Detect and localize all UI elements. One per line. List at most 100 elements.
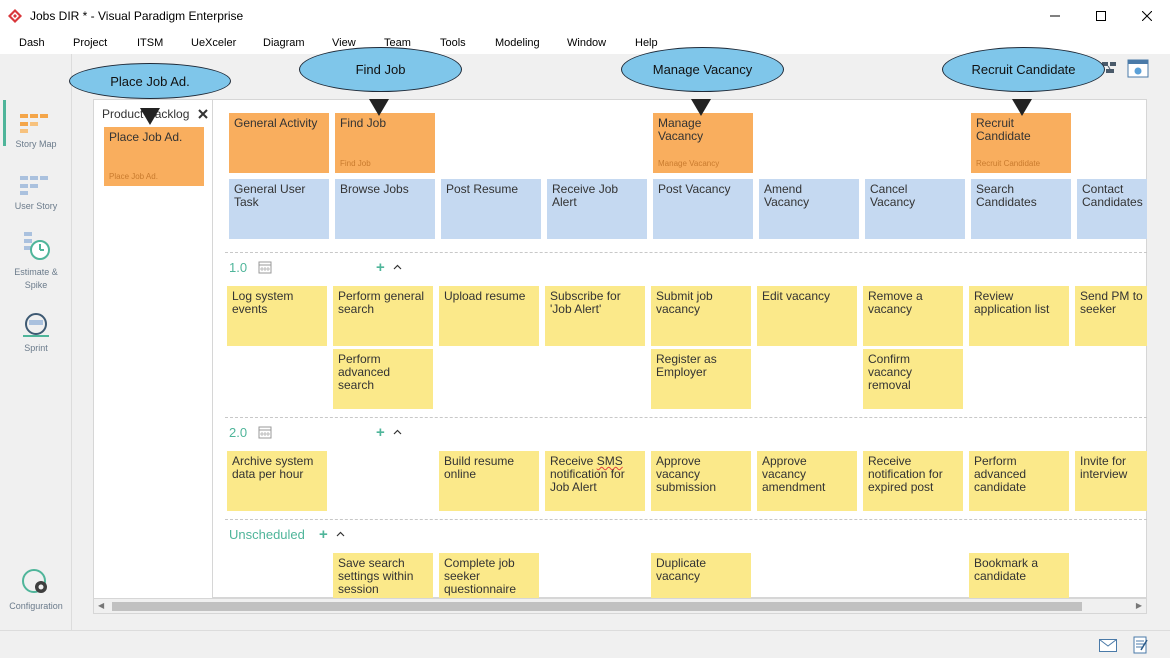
activity-card[interactable]: Recruit Candidate Recruit Candidate <box>971 113 1071 173</box>
calendar-icon[interactable] <box>258 425 272 439</box>
story-card[interactable]: Build resume online <box>439 451 539 511</box>
sidebar-item-user-story[interactable]: User Story <box>0 176 72 213</box>
card-title: Place Job Ad. <box>109 130 183 144</box>
release-name[interactable]: 1.0 <box>229 260 247 275</box>
card-title: Manage Vacancy <box>658 116 704 143</box>
add-story-icon[interactable]: + <box>319 527 328 542</box>
release-name[interactable]: 2.0 <box>229 425 247 440</box>
card-title: Browse Jobs <box>340 182 409 196</box>
menu-uexceler[interactable]: UeXceler <box>191 37 236 49</box>
spellcheck-word: SMS <box>596 454 623 468</box>
callout-place-job-ad: Place Job Ad. <box>69 63 231 129</box>
menu-itsm[interactable]: ITSM <box>137 37 163 49</box>
card-title: Approve vacancy amendment <box>762 454 826 494</box>
menu-dash[interactable]: Dash <box>19 37 45 49</box>
task-card[interactable]: Receive Job Alert <box>547 179 647 239</box>
card-title: Subscribe for 'Job Alert' <box>550 289 621 316</box>
callout-find-job: Find Job <box>299 47 462 117</box>
add-story-icon[interactable]: + <box>376 425 385 440</box>
task-card[interactable]: Contact Candidates <box>1077 179 1147 239</box>
sidebar-item-sprint[interactable]: Sprint <box>0 312 72 355</box>
collapse-chevron-icon[interactable] <box>336 531 345 537</box>
story-card[interactable]: Receive notification for expired post <box>863 451 963 511</box>
maximize-button[interactable] <box>1078 0 1124 32</box>
story-card[interactable]: Send PM to seeker <box>1075 286 1147 346</box>
task-card[interactable]: Search Candidates <box>971 179 1071 239</box>
task-card[interactable]: General User Task <box>229 179 329 239</box>
card-title: Receive notification for expired post <box>868 454 943 494</box>
estimate-spike-icon <box>24 232 50 260</box>
scroll-left-icon[interactable]: ◀ <box>98 601 104 610</box>
sidebar-item-configuration[interactable]: Configuration <box>0 568 72 613</box>
diagram-settings-icon[interactable] <box>1127 58 1149 78</box>
menu-window[interactable]: Window <box>567 37 606 49</box>
collapse-chevron-icon[interactable] <box>393 429 402 435</box>
story-card[interactable]: Log system events <box>227 286 327 346</box>
user-story-icon <box>20 176 48 195</box>
story-card[interactable]: Perform advanced search <box>333 349 433 409</box>
story-card[interactable]: Archive system data per hour <box>227 451 327 511</box>
task-card[interactable]: Cancel Vacancy <box>865 179 965 239</box>
story-card[interactable]: Complete job seeker questionnaire <box>439 553 539 598</box>
minimize-icon <box>1050 15 1060 17</box>
story-card[interactable]: Approve vacancy amendment <box>757 451 857 511</box>
collapse-chevron-icon[interactable] <box>393 264 402 270</box>
story-card[interactable]: Review application list <box>969 286 1069 346</box>
story-card[interactable]: Invite for interview <box>1075 451 1147 511</box>
story-card[interactable]: Save search settings within session <box>333 553 433 598</box>
story-card[interactable]: Perform advanced candidate <box>969 451 1069 511</box>
activity-card[interactable]: General Activity <box>229 113 329 173</box>
menu-project[interactable]: Project <box>73 37 107 49</box>
card-title: Amend Vacancy <box>764 182 810 209</box>
backlog-card[interactable]: Place Job Ad. Place Job Ad. <box>104 127 204 186</box>
card-title: Invite for interview <box>1080 454 1128 481</box>
product-backlog-panel: Product Backlog Place Job Ad. Place Job … <box>93 99 213 598</box>
callout-bubble: Place Job Ad. <box>69 63 231 99</box>
story-card[interactable]: Bookmark a candidate <box>969 553 1069 598</box>
activity-card[interactable]: Find Job Find Job <box>335 113 435 173</box>
card-title: Complete job seeker questionnaire <box>444 556 517 596</box>
close-icon <box>1142 11 1152 21</box>
task-card[interactable]: Browse Jobs <box>335 179 435 239</box>
card-title: Review application list <box>974 289 1050 316</box>
card-title: Upload resume <box>444 289 526 303</box>
minimize-button[interactable] <box>1032 0 1078 32</box>
story-card[interactable]: Confirm vacancy removal <box>863 349 963 409</box>
close-window-button[interactable] <box>1124 0 1170 32</box>
calendar-icon[interactable] <box>258 260 272 274</box>
sidebar-label-sprint: Sprint <box>24 343 48 353</box>
scrollbar-thumb[interactable] <box>112 602 1082 611</box>
story-card[interactable]: Approve vacancy submission <box>651 451 751 511</box>
card-title: Search Candidates <box>976 182 1037 209</box>
story-map-canvas <box>93 99 1147 598</box>
document-edit-icon[interactable] <box>1133 636 1149 654</box>
story-card[interactable]: Receive SMS notification for Job Alert <box>545 451 645 511</box>
sidebar-item-estimate-spike[interactable]: Estimate & Spike <box>0 230 72 292</box>
task-card[interactable]: Post Resume <box>441 179 541 239</box>
horizontal-scrollbar[interactable]: ◀ ▶ <box>93 598 1147 614</box>
callout-bubble: Manage Vacancy <box>621 47 784 92</box>
story-card[interactable]: Perform general search <box>333 286 433 346</box>
story-card[interactable]: Remove a vacancy <box>863 286 963 346</box>
sidebar-item-story-map[interactable]: Story Map <box>0 114 72 151</box>
mail-icon[interactable] <box>1099 639 1117 652</box>
story-card[interactable]: Duplicate vacancy <box>651 553 751 598</box>
activity-card[interactable]: Manage Vacancy Manage Vacancy <box>653 113 753 173</box>
scroll-right-icon[interactable]: ▶ <box>1136 601 1142 610</box>
story-card[interactable]: Edit vacancy <box>757 286 857 346</box>
story-card[interactable]: Submit job vacancy <box>651 286 751 346</box>
callout-pointer <box>1012 99 1032 116</box>
card-title: Remove a vacancy <box>868 289 923 316</box>
callout-recruit-candidate: Recruit Candidate <box>942 47 1105 117</box>
task-card[interactable]: Post Vacancy <box>653 179 753 239</box>
sidebar-label-configuration: Configuration <box>9 601 63 611</box>
story-card[interactable]: Subscribe for 'Job Alert' <box>545 286 645 346</box>
story-card[interactable]: Upload resume <box>439 286 539 346</box>
card-title: Log system events <box>232 289 294 316</box>
sidebar-label-estimate-spike: Estimate & Spike <box>14 267 58 290</box>
menu-modeling[interactable]: Modeling <box>495 37 540 49</box>
task-card[interactable]: Amend Vacancy <box>759 179 859 239</box>
release-name[interactable]: Unscheduled <box>229 527 305 542</box>
add-story-icon[interactable]: + <box>376 260 385 275</box>
story-card[interactable]: Register as Employer <box>651 349 751 409</box>
